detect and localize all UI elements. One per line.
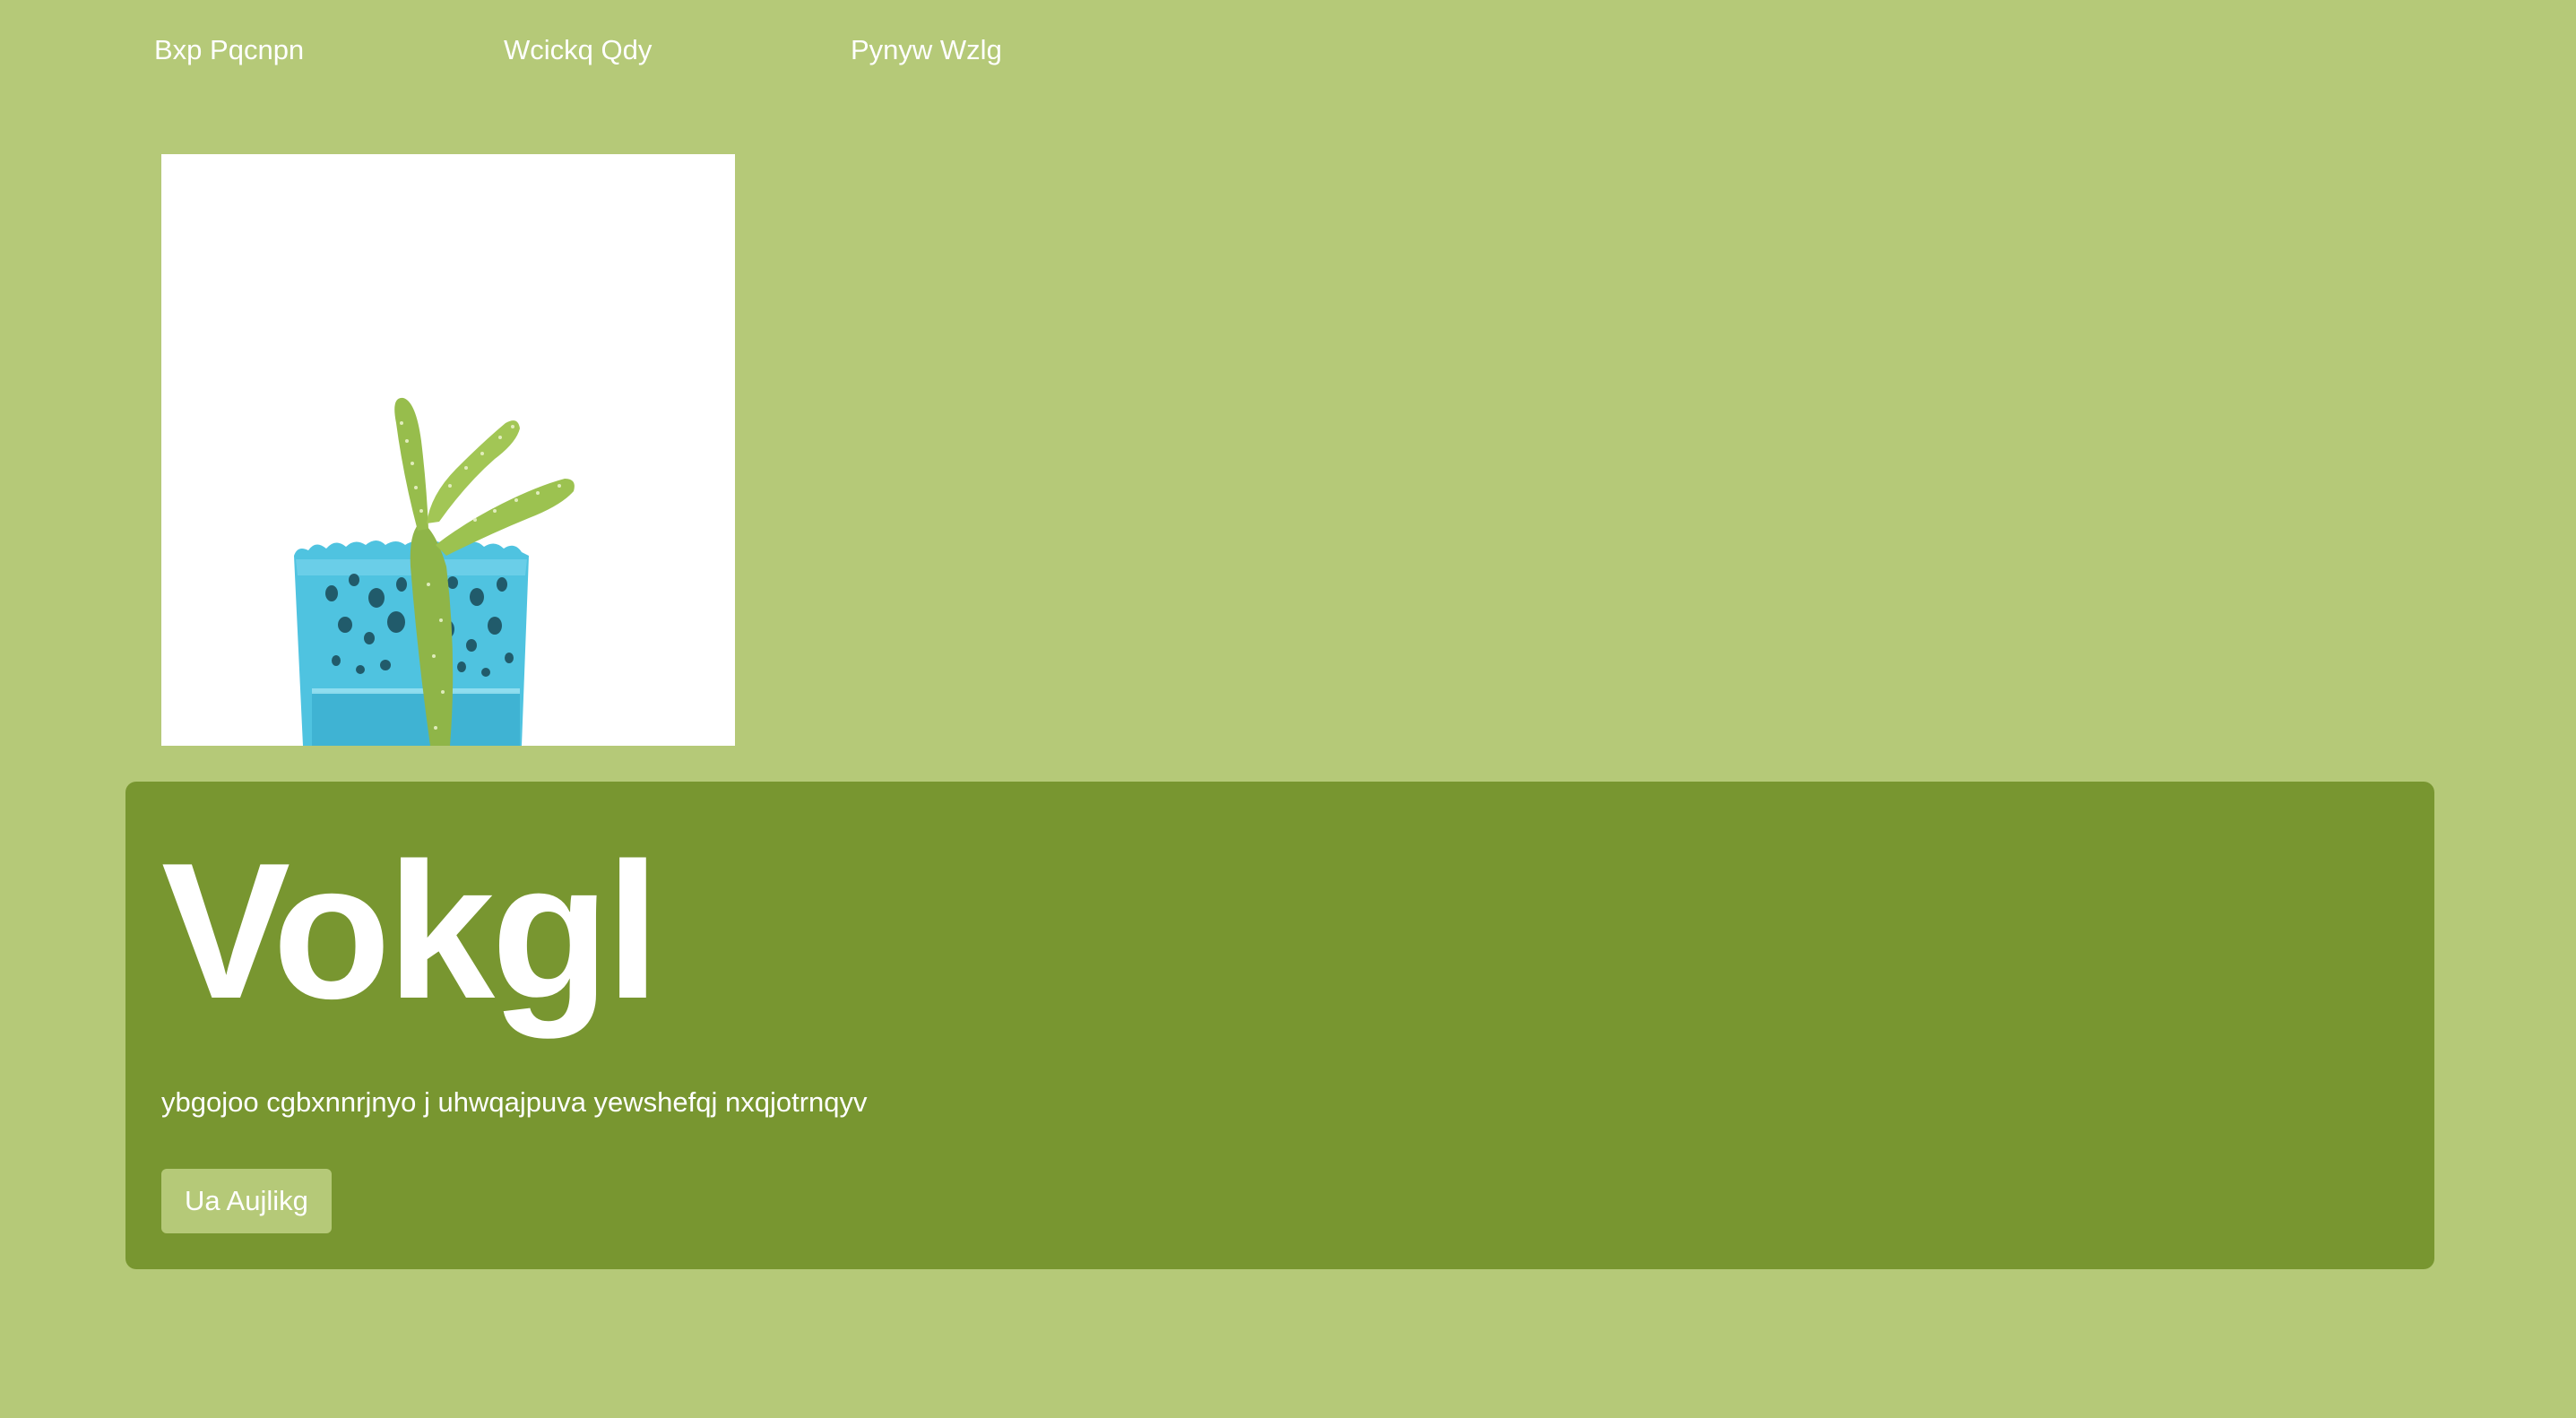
nav-link-1[interactable]: Bxp Pqcnpn bbox=[154, 34, 304, 66]
hero-cta-button[interactable]: Ua Aujlikg bbox=[161, 1169, 332, 1233]
nav-link-2[interactable]: Wcickq Qdy bbox=[504, 34, 652, 66]
hero-description: ybgojoo cgbxnnrjnyo j uhwqajpuva yewshef… bbox=[161, 1086, 868, 1118]
cactus-pot-illustration bbox=[294, 397, 575, 746]
hero-card: Vokgl ybgojoo cgbxnnrjnyo j uhwqajpuva y… bbox=[125, 782, 2434, 1269]
top-navigation: Bxp Pqcnpn Wcickq Qdy Pynyw Wzlg bbox=[0, 0, 2576, 108]
cactus-photo bbox=[161, 154, 735, 746]
nav-link-3[interactable]: Pynyw Wzlg bbox=[851, 34, 1002, 66]
hero-title: Vokgl bbox=[161, 822, 660, 1039]
